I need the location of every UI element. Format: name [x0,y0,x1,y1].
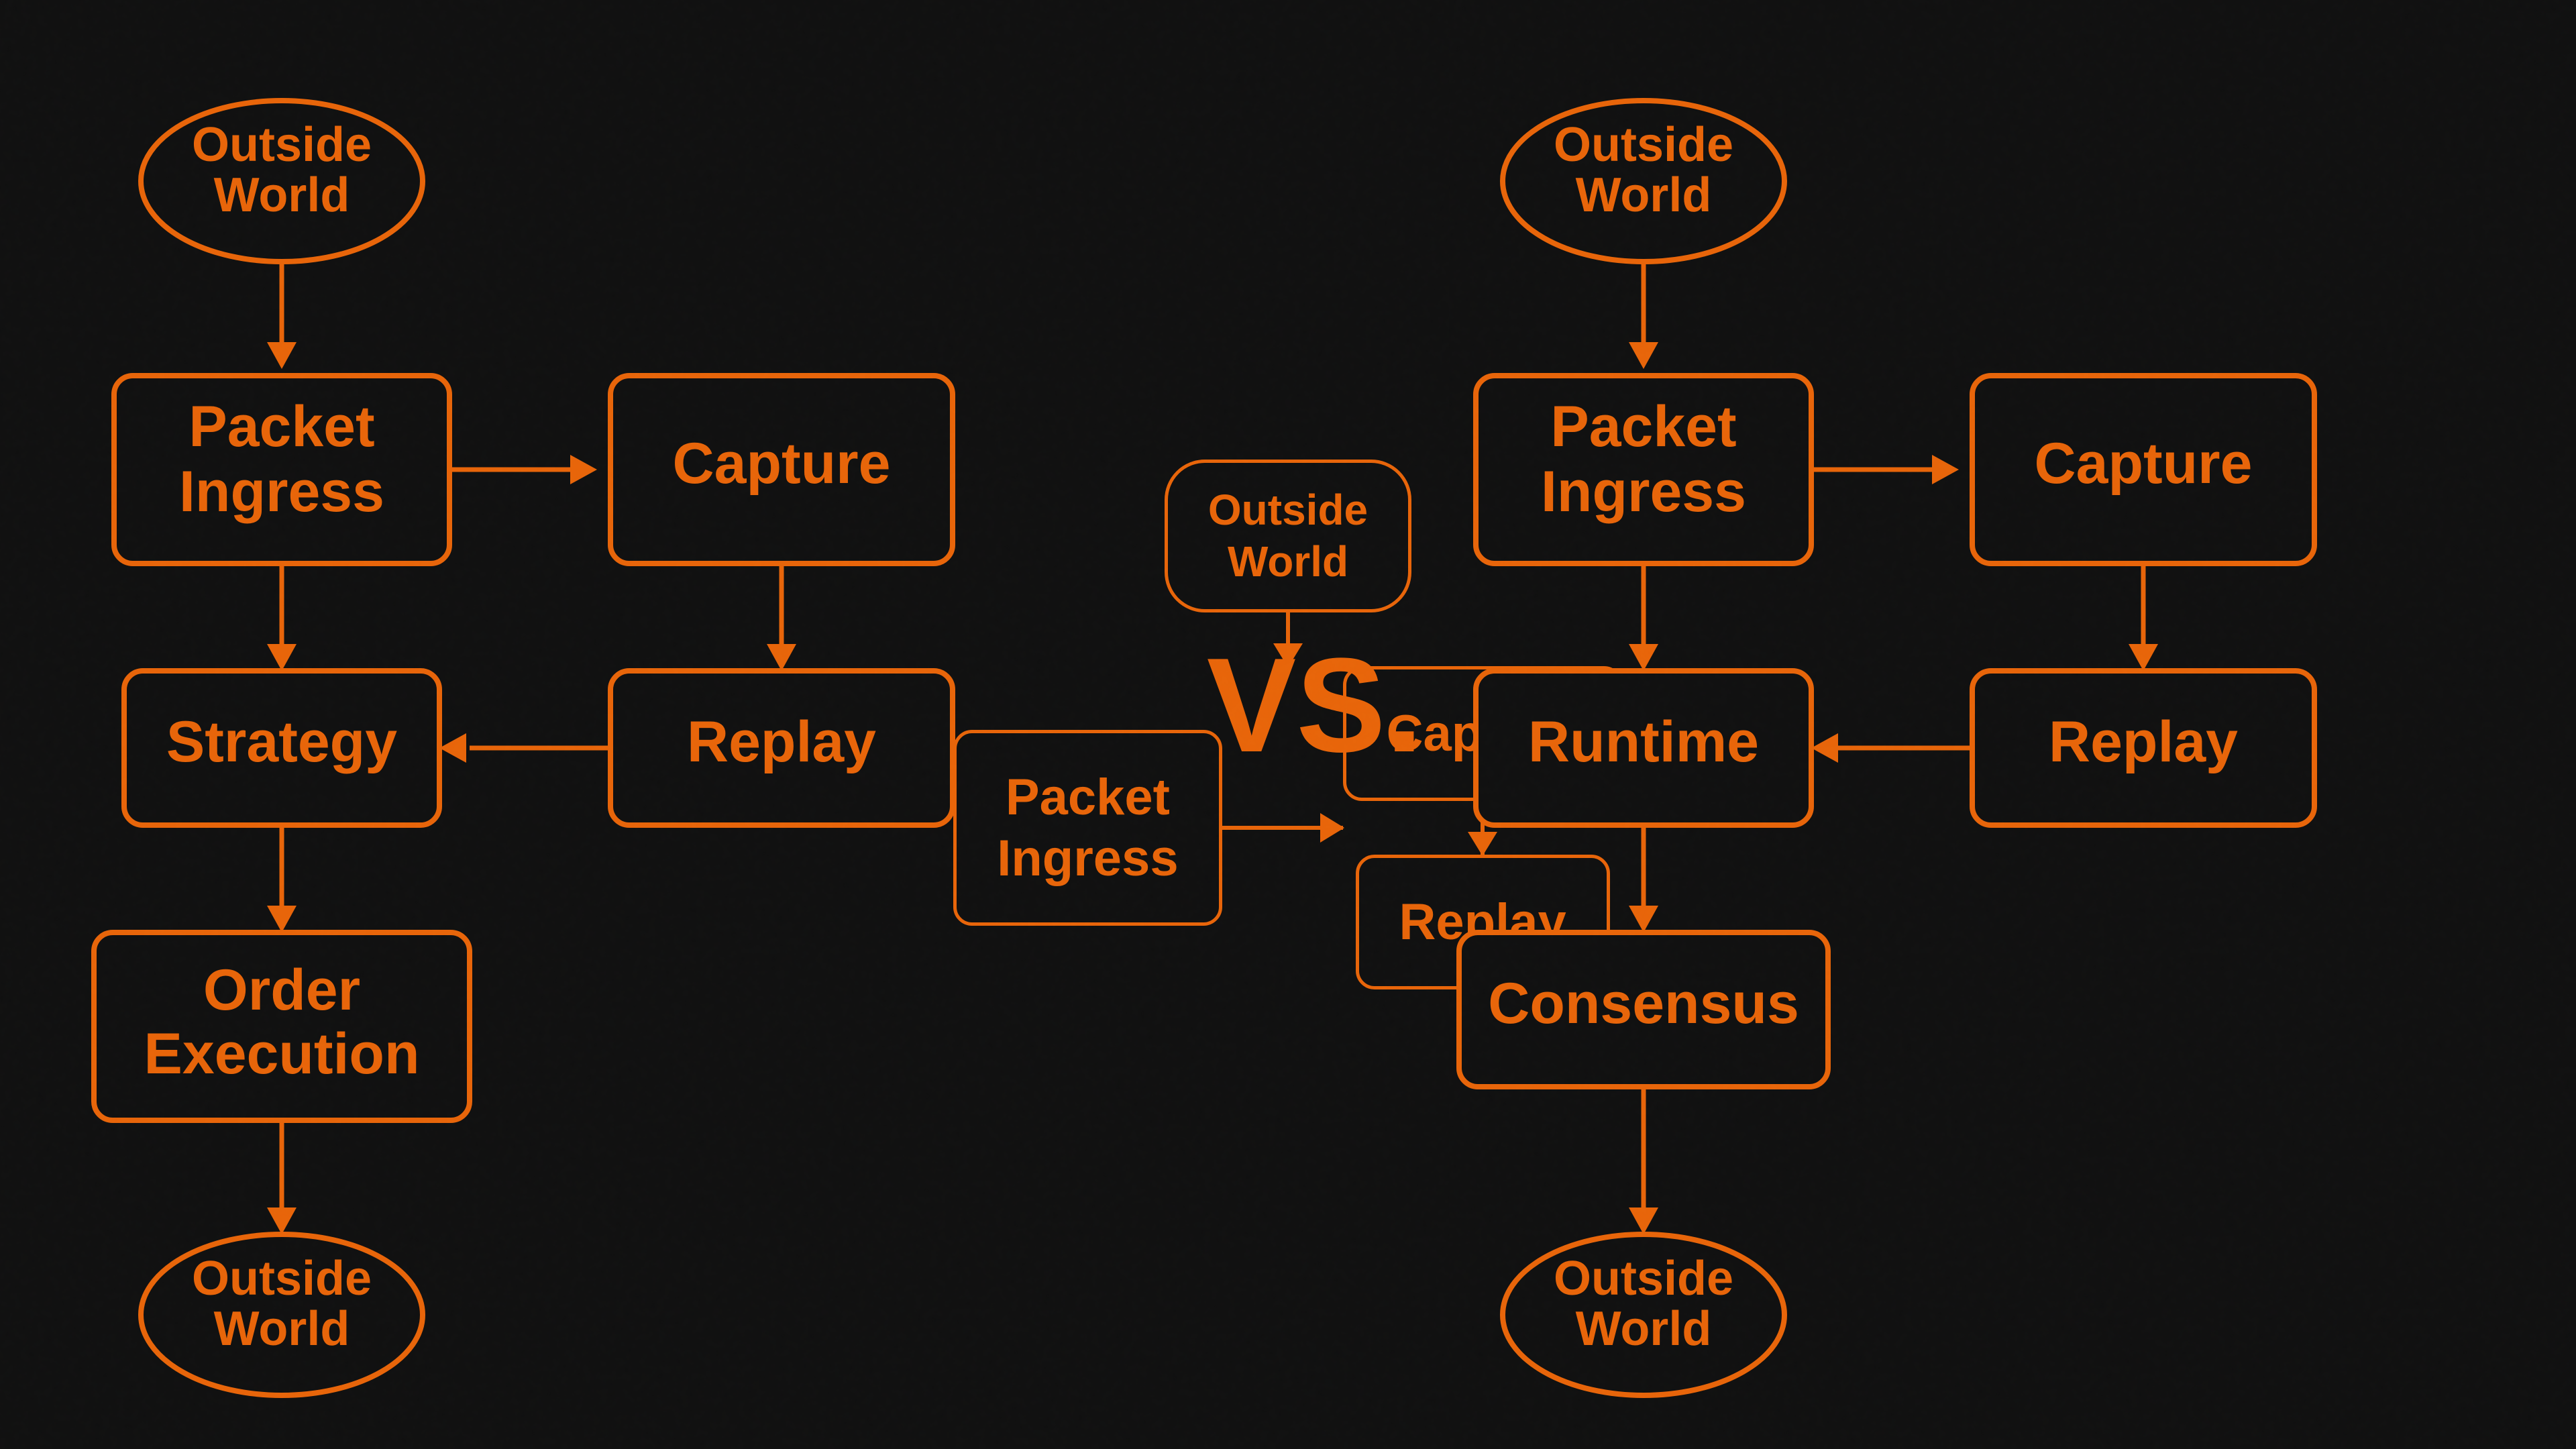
d2-outside-world-top-line1: Outside [1554,118,1733,172]
d2-replay: Replay [2049,710,2238,774]
main-container: Outside World Packet Ingress Strategy Or… [0,0,2576,1449]
d2-outside-world-bottom-line1: Outside [1554,1252,1733,1305]
d2-consensus: Consensus [1488,971,1799,1036]
d1-packet-ingress-line2: Ingress [179,460,384,524]
d2-runtime: Runtime [1528,710,1759,774]
d1-order-execution-line2: Execution [144,1022,420,1086]
d1-outside-world-top-line1: Outside [192,118,372,172]
d2-capture: Capture [2035,431,2253,496]
d2-outside-world-bottom-line2: World [1576,1302,1712,1356]
d1-outside-world-bottom-line2: World [214,1302,350,1356]
vs-label: VS. [1207,631,1423,780]
d1-replay: Replay [687,710,876,774]
d1-packet-ingress-line1: Packet [189,394,374,459]
diagram-svg: Outside World Packet Ingress Strategy Or… [0,0,2576,1449]
d2-outside-world-top-line2: World [1576,168,1712,222]
d1-order-execution-line1: Order [203,958,360,1022]
d2-packet-ingress-line2: Ingress [1541,460,1746,524]
d1-outside-world-bottom-line1: Outside [192,1252,372,1305]
d1-outside-world-top-line2: World [214,168,350,222]
d2-packet-ingress-line1: Packet [1550,394,1736,459]
d1-strategy: Strategy [166,710,397,774]
d1-capture: Capture [673,431,891,496]
